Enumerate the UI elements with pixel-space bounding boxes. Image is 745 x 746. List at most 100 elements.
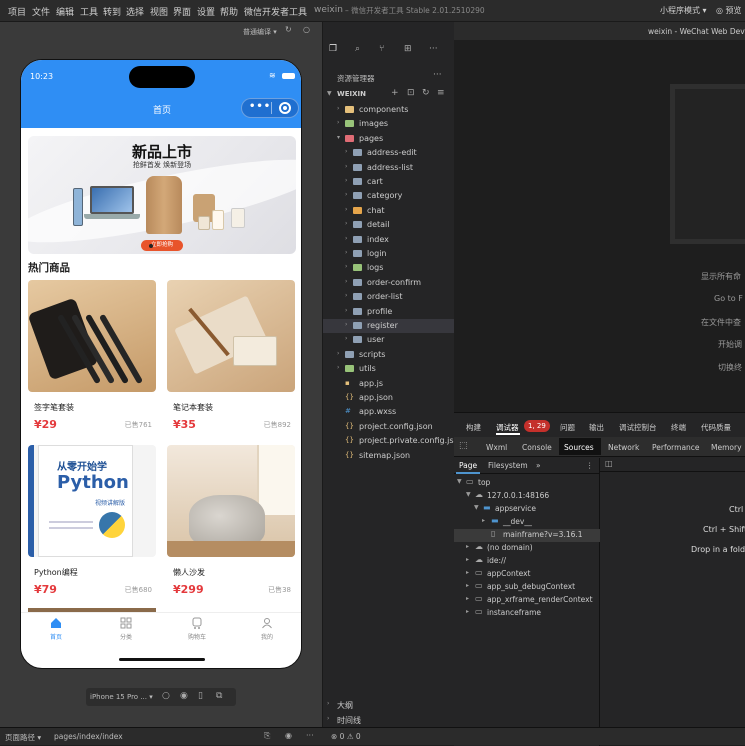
problems-count[interactable]: ⊗ 0 ⚠ 0 (331, 732, 361, 741)
record-icon[interactable]: ◉ (180, 691, 188, 701)
tree-item[interactable]: # app.wxss (323, 405, 455, 419)
tree-item[interactable]: › profile (323, 305, 455, 319)
subtab-wxml[interactable]: Wxml (486, 443, 507, 452)
menu-item-select[interactable]: 选择 (126, 5, 144, 18)
tree-item[interactable]: › scripts (323, 348, 455, 362)
source-tree-item[interactable]: ▸ ▬ __dev__ (454, 516, 600, 529)
tree-item[interactable]: ▪ app.js (323, 377, 455, 391)
tree-item[interactable]: › components (323, 103, 455, 117)
tab-home[interactable]: 首页 (31, 617, 81, 641)
menu-item-project[interactable]: 项目 (8, 5, 26, 18)
tree-item[interactable]: › detail (323, 218, 455, 232)
tree-item[interactable]: › images (323, 117, 455, 131)
explorer-root[interactable]: ▼ WEIXIN + ⊡ ↻ ≡ (323, 88, 455, 102)
source-tree-item[interactable]: ▸ ▭ app_sub_debugContext (454, 581, 600, 594)
tab-debug-console[interactable]: 调试控制台 (619, 422, 657, 433)
new-file-icon[interactable]: + (391, 88, 399, 98)
source-tree-item[interactable]: ▸ ▭ appContext (454, 568, 600, 581)
tree-item[interactable]: {} app.json (323, 391, 455, 405)
device-frame-icon[interactable]: ▯ (198, 691, 203, 701)
more-tabs-icon[interactable]: » (536, 461, 541, 470)
editor-tab-title[interactable]: weixin - WeChat Web Devtools (648, 27, 745, 36)
source-tree-item[interactable]: ▸ ☁ (no domain) (454, 542, 600, 555)
menu-item-goto[interactable]: 转到 (103, 5, 121, 18)
page-path-select[interactable]: 页面路径 ▾ (5, 732, 41, 743)
device-select[interactable]: iPhone 15 Pro ... ▾ (90, 693, 153, 701)
banner-buy-button[interactable]: 立即抢购 (141, 240, 183, 251)
tree-item[interactable]: › order-list (323, 290, 455, 304)
search-icon[interactable]: ⌕ (355, 44, 360, 54)
collapse-all-icon[interactable]: ≡ (437, 88, 445, 98)
preview-button[interactable]: ◎ 预览 (716, 5, 742, 16)
source-tree-item[interactable]: ▸ ☁ ide:// (454, 555, 600, 568)
window-icon[interactable]: ⧉ (216, 691, 222, 701)
subtab-console[interactable]: Console (522, 443, 552, 452)
tab-code-quality[interactable]: 代码质量 (701, 422, 731, 433)
tree-item[interactable]: › order-confirm (323, 276, 455, 290)
tree-item[interactable]: › address-list (323, 161, 455, 175)
tree-item[interactable]: › index (323, 233, 455, 247)
source-tree-item[interactable]: ▯ mainframe?v=3.16.1 (454, 529, 600, 542)
refresh-icon[interactable]: ↻ (285, 25, 292, 34)
navigator-menu-icon[interactable]: ⋮ (586, 461, 594, 470)
menu-item-help[interactable]: 帮助 (220, 5, 238, 18)
tree-item[interactable]: › category (323, 189, 455, 203)
toggle-navigator-icon[interactable]: ◫ (605, 459, 613, 468)
page-path[interactable]: pages/index/index (54, 732, 123, 741)
tree-item[interactable]: › chat (323, 204, 455, 218)
product-card[interactable]: 签字笔套装 ¥29 已售761 (28, 280, 156, 434)
stop-icon[interactable]: ○ (303, 25, 310, 34)
tab-profile[interactable]: 我的 (242, 617, 292, 641)
copy-path-icon[interactable]: ⎘ (264, 731, 270, 741)
menu-item-settings[interactable]: 设置 (197, 5, 215, 18)
menu-item-interface[interactable]: 界面 (173, 5, 191, 18)
tree-item[interactable]: › user (323, 333, 455, 347)
nav-tab-page[interactable]: Page (459, 461, 477, 470)
menu-item-tools[interactable]: 工具 (80, 5, 98, 18)
more-actions-icon[interactable]: ··· (429, 44, 438, 54)
source-tree-item[interactable]: ▼ ▬ appservice (454, 503, 600, 516)
timeline-section[interactable]: › 时间线 (323, 713, 455, 727)
menu-item-view[interactable]: 视图 (150, 5, 168, 18)
tab-terminal[interactable]: 终端 (671, 422, 686, 433)
tab-cart[interactable]: 购物车 (172, 617, 222, 641)
tree-item[interactable]: › login (323, 247, 455, 261)
explorer-more-icon[interactable]: ··· (433, 70, 442, 80)
subtab-performance[interactable]: Performance (652, 443, 700, 452)
source-tree-item[interactable]: ▸ ▭ app_xrframe_renderContext (454, 594, 600, 607)
close-miniprogram-icon[interactable] (279, 102, 291, 114)
menu-item-edit[interactable]: 编辑 (56, 5, 74, 18)
outline-section[interactable]: › 大纲 (323, 698, 455, 712)
product-card[interactable]: 懒人沙发 ¥299 已售38 (167, 445, 295, 599)
tab-issues[interactable]: 问题 (560, 422, 575, 433)
mode-select[interactable]: 小程序模式 ▾ (660, 5, 707, 16)
inspect-icon[interactable]: ⬚ (459, 441, 468, 451)
more-status-icon[interactable]: ··· (306, 731, 314, 740)
tree-item[interactable]: {} sitemap.json (323, 449, 455, 463)
subtab-memory[interactable]: Memory (711, 443, 742, 452)
source-tree-item[interactable]: ▸ ▭ instanceframe (454, 607, 600, 620)
tree-item[interactable]: › logs (323, 261, 455, 275)
subtab-network[interactable]: Network (608, 443, 639, 452)
tab-category[interactable]: 分类 (101, 617, 151, 641)
more-icon[interactable]: ••• (249, 101, 271, 112)
product-card[interactable]: 从零开始学 Python 视频讲解版 Python编程 ¥79 已售680 (28, 445, 156, 599)
product-card[interactable]: 笔记本套装 ¥35 已售892 (167, 280, 295, 434)
tab-output[interactable]: 输出 (589, 422, 604, 433)
tree-item[interactable]: ▾ pages (323, 132, 455, 146)
nav-tab-filesystem[interactable]: Filesystem (488, 461, 528, 470)
compile-mode-select[interactable]: 普通编译 ▾ (243, 27, 277, 37)
extensions-icon[interactable]: ⊞ (404, 44, 412, 54)
tree-item[interactable]: › cart (323, 175, 455, 189)
source-tree-item[interactable]: ▼ ▭ top (454, 477, 600, 490)
tree-item[interactable]: › register (323, 319, 455, 333)
source-tree-item[interactable]: ▼ ☁ 127.0.0.1:48166 (454, 490, 600, 503)
menu-item-file[interactable]: 文件 (32, 5, 50, 18)
tree-item[interactable]: › address-edit (323, 146, 455, 160)
tab-debugger[interactable]: 调试器 (496, 422, 519, 433)
menu-item-wechat-devtools[interactable]: 微信开发者工具 (244, 5, 307, 18)
refresh-explorer-icon[interactable]: ↻ (422, 88, 430, 98)
tree-item[interactable]: {} project.config.json (323, 420, 455, 434)
tab-build[interactable]: 构建 (466, 422, 481, 433)
files-icon[interactable]: ❐ (329, 44, 337, 54)
